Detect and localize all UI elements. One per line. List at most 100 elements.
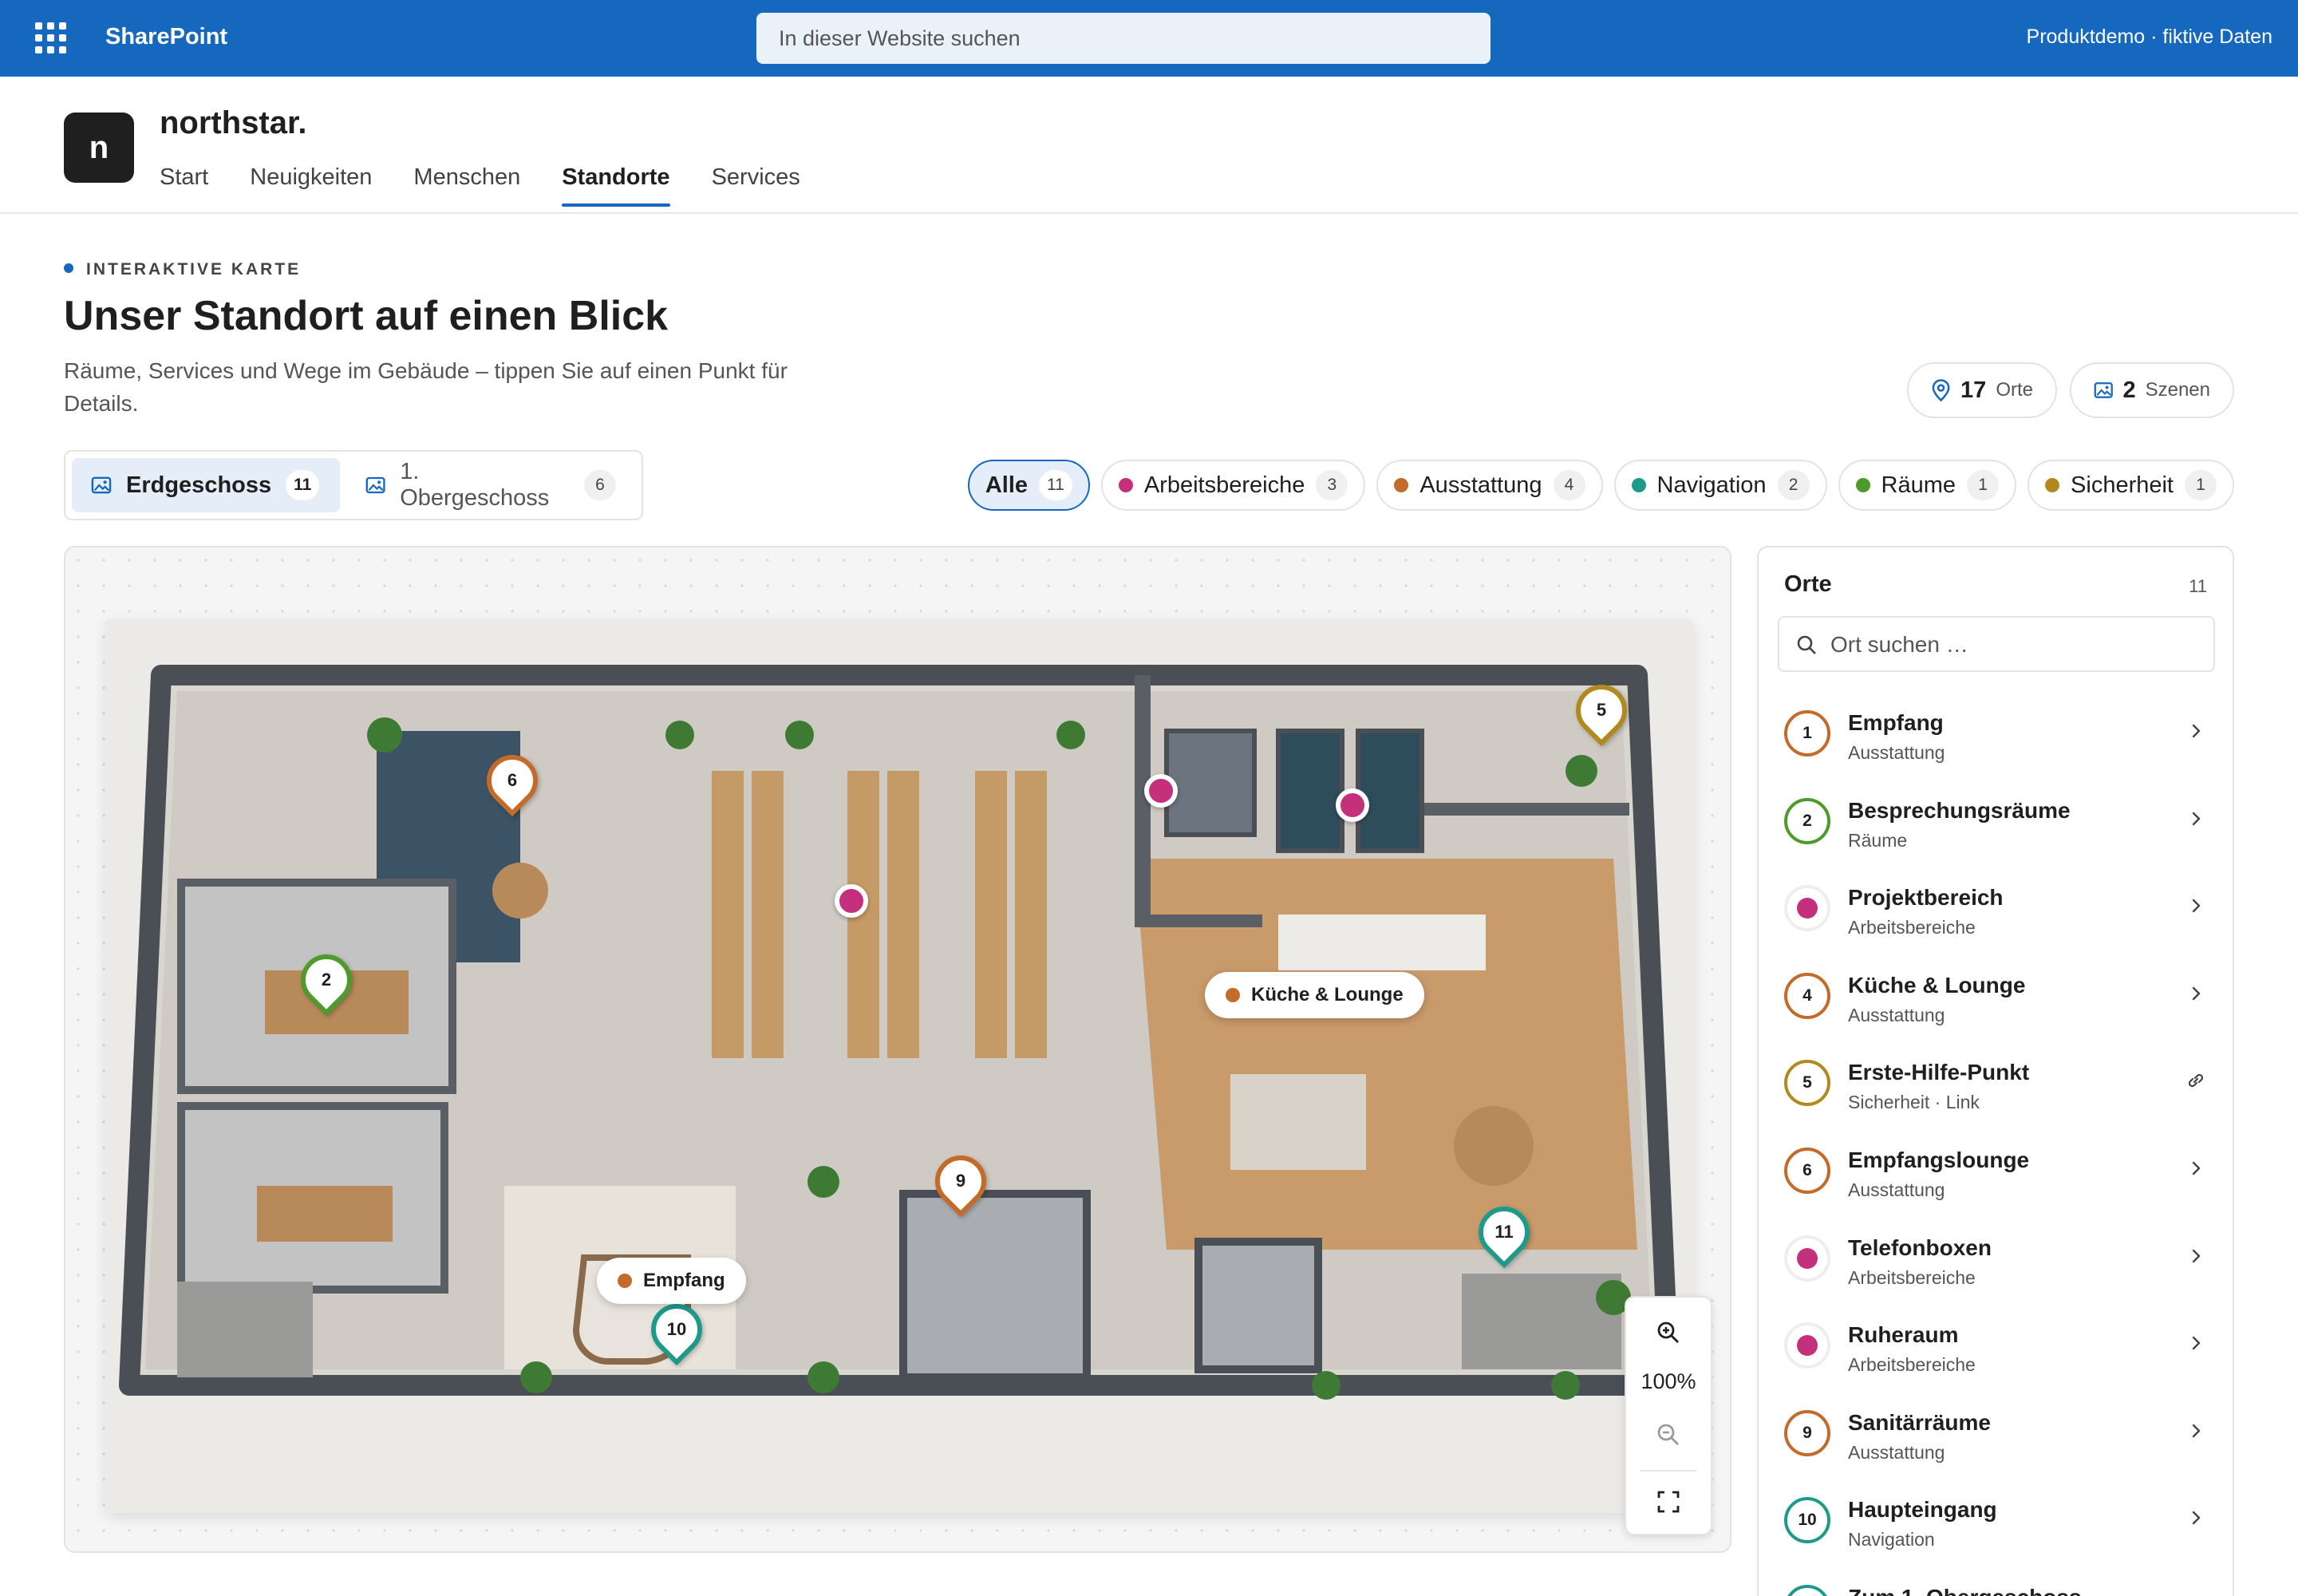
place-number-badge: 6: [1784, 1147, 1830, 1194]
filter-chip-raeume[interactable]: Räume 1: [1838, 460, 2017, 511]
nav-item-menschen[interactable]: Menschen: [413, 164, 520, 205]
filter-chip-count: 1: [2185, 470, 2217, 500]
place-number-badge: 11: [1784, 1584, 1830, 1596]
site-navigation: Start Neuigkeiten Menschen Standorte Ser…: [160, 164, 800, 207]
places-search-input[interactable]: [1830, 627, 2197, 662]
place-list-item[interactable]: 2 Besprechungsräume Räume: [1759, 784, 2233, 871]
floor-tab-obergeschoss[interactable]: 1. Obergeschoss 6: [346, 458, 635, 512]
chevron-right-icon: [2192, 1249, 2201, 1262]
place-dot-badge: [1784, 885, 1830, 932]
place-list-item[interactable]: 10 Haupteingang Navigation: [1759, 1483, 2233, 1570]
floor-map-panel[interactable]: 6 2 5 9 10 11 Küche & Lounge Empfang 100…: [64, 546, 1731, 1553]
place-name: Ruheraum: [1848, 1322, 1959, 1348]
place-list-item[interactable]: Telefonboxen Arbeitsbereiche: [1759, 1221, 2233, 1309]
place-name: Empfang: [1848, 710, 1944, 735]
category-dot: [618, 1274, 632, 1288]
zoom-in-button[interactable]: [1626, 1310, 1711, 1355]
chevron-right-icon: [2192, 1161, 2201, 1175]
place-list-item[interactable]: 11Zum 1. ObergeschossNavigation: [1759, 1570, 2233, 1596]
place-name: Projektbereich: [1848, 885, 2004, 911]
location-pin-icon: [1932, 379, 1950, 402]
stat-places: 17 Orte: [1907, 362, 2057, 418]
zoom-divider: [1641, 1470, 1696, 1472]
floor-tab-count: 11: [286, 470, 320, 500]
floor-tab-erdgeschoss[interactable]: Erdgeschoss 11: [72, 458, 340, 512]
place-number-badge: 10: [1784, 1497, 1830, 1544]
filter-chip-count: 2: [1777, 470, 1810, 500]
demo-notice: Produktdemo · fiktive Daten: [2026, 26, 2272, 48]
places-count: 11: [2189, 576, 2207, 596]
places-search-field[interactable]: [1778, 616, 2215, 672]
fullscreen-button[interactable]: [1626, 1479, 1711, 1524]
map-pin-label: 5: [1596, 700, 1607, 720]
map-label-text: Küche & Lounge: [1251, 984, 1404, 1005]
filter-chip-count: 1: [1967, 470, 2000, 500]
place-list-item[interactable]: 5 Erste-Hilfe-Punkt Sicherheit · Link: [1759, 1045, 2233, 1133]
place-number-badge: 9: [1784, 1409, 1830, 1456]
map-label-reception[interactable]: Empfang: [597, 1258, 746, 1304]
stat-places-value: 17: [1960, 377, 1987, 403]
filter-chip-navigation[interactable]: Navigation 2: [1613, 460, 1827, 511]
place-list-item[interactable]: 6 Empfangslounge Ausstattung: [1759, 1133, 2233, 1221]
place-name: Zum 1. Obergeschoss: [1848, 1585, 2082, 1596]
category-dot: [2045, 478, 2060, 492]
zoom-controls: 100%: [1625, 1296, 1712, 1535]
filter-chip-count: 3: [1316, 470, 1348, 500]
place-category: Ausstattung: [1848, 742, 1945, 763]
chevron-right-icon: [2192, 724, 2201, 738]
category-dot: [1118, 478, 1133, 492]
place-name: Sanitärräume: [1848, 1409, 1991, 1435]
nav-item-standorte[interactable]: Standorte: [562, 164, 670, 207]
nav-item-neuigkeiten[interactable]: Neuigkeiten: [250, 164, 372, 205]
place-name: Küche & Lounge: [1848, 972, 2026, 998]
zoom-level: 100%: [1641, 1369, 1696, 1393]
zoom-out-button[interactable]: [1626, 1412, 1711, 1457]
place-category: Räume: [1848, 829, 1908, 851]
place-list-item[interactable]: 1 Empfang Ausstattung: [1759, 696, 2233, 784]
zoom-in-icon: [1657, 1321, 1679, 1343]
filter-chip-label: Räume: [1881, 472, 1956, 498]
place-name: Besprechungsräume: [1848, 797, 2071, 823]
place-number-badge: 1: [1784, 710, 1830, 757]
category-dot: [1394, 478, 1409, 492]
eyebrow-text: INTERAKTIVE KARTE: [86, 260, 302, 279]
page-title: Unser Standort auf einen Blick: [64, 293, 669, 339]
stat-scenes: 2 Szenen: [2070, 362, 2234, 418]
chevron-right-icon: [2192, 1424, 2201, 1437]
map-dot-pin[interactable]: [1144, 774, 1178, 808]
site-search-input[interactable]: In dieser Website suchen: [756, 13, 1491, 64]
map-dot-pin[interactable]: [835, 884, 868, 918]
filter-chip-alle[interactable]: Alle 11: [967, 460, 1090, 511]
filter-chip-count: 4: [1553, 470, 1585, 500]
place-list-item[interactable]: Ruheraum Arbeitsbereiche: [1759, 1308, 2233, 1396]
nav-item-services[interactable]: Services: [712, 164, 800, 205]
nav-item-start[interactable]: Start: [160, 164, 208, 205]
eyebrow-label: INTERAKTIVE KARTE: [64, 260, 301, 279]
filter-chip-sicherheit[interactable]: Sicherheit 1: [2028, 460, 2234, 511]
site-header: n northstar. Start Neuigkeiten Menschen …: [0, 77, 2298, 214]
app-name[interactable]: SharePoint: [105, 24, 227, 50]
site-name[interactable]: northstar.: [160, 105, 306, 141]
filter-chip-arbeitsbereiche[interactable]: Arbeitsbereiche 3: [1100, 460, 1366, 511]
chevron-right-icon: [2192, 986, 2201, 1000]
places-title: Orte: [1784, 571, 1832, 597]
suite-bar: SharePoint In dieser Website suchen Prod…: [0, 0, 2298, 77]
place-list-item[interactable]: 9 Sanitärräume Ausstattung: [1759, 1396, 2233, 1483]
map-label-kitchen[interactable]: Küche & Lounge: [1205, 972, 1424, 1018]
map-dot-pin[interactable]: [1336, 788, 1369, 822]
place-number-badge: 5: [1784, 1060, 1830, 1107]
page-description: Räume, Services und Wege im Gebäude – ti…: [64, 358, 788, 416]
floor-tab-count: 6: [584, 470, 616, 500]
chevron-right-icon: [2192, 1336, 2201, 1350]
app-launcher-icon[interactable]: [35, 22, 67, 54]
floor-plan-illustration: [119, 665, 1680, 1400]
floor-tab-label: 1. Obergeschoss: [400, 459, 550, 511]
place-name: Empfangslounge: [1848, 1147, 2030, 1172]
place-list-item[interactable]: Projektbereich Arbeitsbereiche: [1759, 871, 2233, 958]
map-pin-label: 11: [1494, 1222, 1514, 1242]
map-pin-label: 9: [955, 1171, 966, 1191]
place-list-item[interactable]: 4 Küche & Lounge Ausstattung: [1759, 958, 2233, 1046]
site-logo[interactable]: n: [64, 113, 134, 183]
chevron-right-icon: [2192, 899, 2201, 913]
filter-chip-ausstattung[interactable]: Ausstattung 4: [1376, 460, 1603, 511]
